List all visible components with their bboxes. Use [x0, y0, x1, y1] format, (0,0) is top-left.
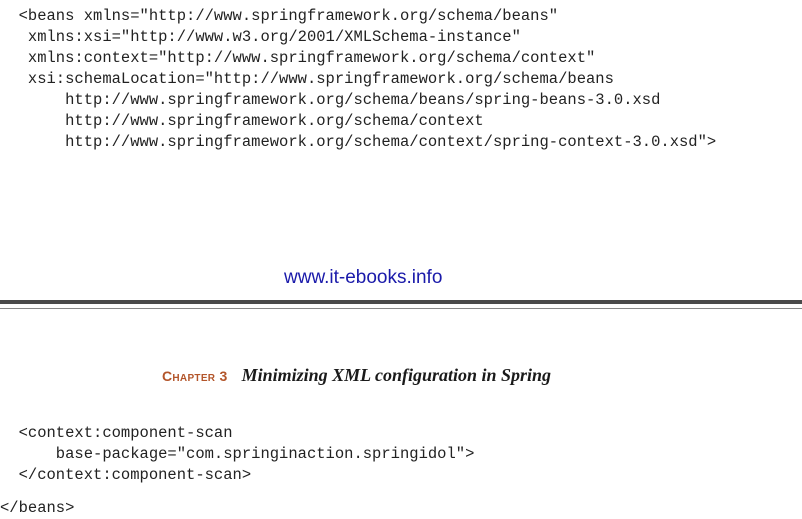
separator-thick-line: [0, 300, 802, 304]
code-line: <beans xmlns="http://www.springframework…: [0, 7, 559, 25]
code-line: xmlns:xsi="http://www.w3.org/2001/XMLSch…: [0, 28, 521, 46]
running-header: Chapter 3 Minimizing XML configuration in…: [162, 365, 551, 386]
code-line: http://www.springframework.org/schema/co…: [0, 112, 484, 130]
page-separator: [0, 300, 802, 311]
xml-closing-tag: </beans>: [0, 499, 75, 517]
xml-code-block-top: <beans xmlns="http://www.springframework…: [0, 6, 717, 153]
code-line: http://www.springframework.org/schema/co…: [0, 133, 717, 151]
code-line: xsi:schemaLocation="http://www.springfra…: [0, 70, 614, 88]
xml-code-block-bottom: <context:component-scan base-package="co…: [0, 423, 475, 486]
chapter-title: Minimizing XML configuration in Spring: [241, 365, 552, 385]
chapter-label: Chapter 3: [162, 368, 228, 384]
code-line: http://www.springframework.org/schema/be…: [0, 91, 661, 109]
code-line: <context:component-scan: [0, 424, 233, 442]
code-line: base-package="com.springinaction.springi…: [0, 445, 475, 463]
watermark-link[interactable]: www.it-ebooks.info: [284, 267, 442, 289]
code-line: xmlns:context="http://www.springframewor…: [0, 49, 596, 67]
separator-thin-line: [0, 308, 802, 309]
code-line: </context:component-scan>: [0, 466, 252, 484]
